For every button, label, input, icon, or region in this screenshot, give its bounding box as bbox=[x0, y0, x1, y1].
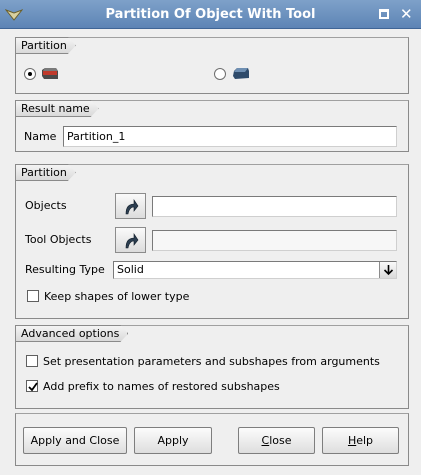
tool-objects-field[interactable] bbox=[152, 230, 397, 251]
resulting-type-select[interactable]: Solid bbox=[113, 261, 397, 279]
radio-partition-plane[interactable] bbox=[214, 68, 226, 80]
arrow-select-icon bbox=[125, 233, 139, 249]
help-button[interactable]: Help bbox=[322, 427, 399, 454]
resulting-type-label: Resulting Type bbox=[25, 263, 105, 276]
window-title: Partition Of Object With Tool bbox=[105, 7, 316, 22]
maximize-icon[interactable] bbox=[379, 9, 389, 19]
apply-button[interactable]: Apply bbox=[134, 427, 212, 454]
select-objects-button[interactable] bbox=[115, 193, 146, 219]
help-mnemonic: H bbox=[347, 434, 357, 447]
add-prefix-checkbox[interactable] bbox=[26, 380, 38, 392]
set-params-label: Set presentation parameters and subshape… bbox=[43, 355, 380, 368]
button-bar: Apply and Close Apply Close Help bbox=[15, 413, 409, 466]
add-prefix-label: Add prefix to names of restored subshape… bbox=[43, 380, 280, 393]
title-bar[interactable]: Partition Of Object With Tool ✕ bbox=[0, 0, 421, 29]
objects-label: Objects bbox=[25, 199, 67, 212]
help-label-rest: elp bbox=[356, 434, 374, 447]
tool-objects-label: Tool Objects bbox=[25, 233, 92, 246]
select-tool-objects-button[interactable] bbox=[115, 227, 146, 253]
result-name-group: Result name Name Partition_1 bbox=[15, 100, 409, 152]
radio-partition-object[interactable] bbox=[24, 68, 36, 80]
close-icon[interactable]: ✕ bbox=[400, 5, 413, 23]
partition-object-icon bbox=[42, 68, 58, 79]
group-title: Partition bbox=[15, 37, 76, 54]
close-label-rest: lose bbox=[269, 434, 292, 447]
partition-type-group: Partition bbox=[15, 37, 409, 94]
name-field[interactable]: Partition_1 bbox=[63, 126, 397, 147]
partition-plane-icon bbox=[233, 68, 249, 79]
name-label: Name bbox=[24, 130, 57, 143]
dropdown-arrow-icon[interactable] bbox=[379, 262, 396, 278]
keep-shapes-checkbox[interactable] bbox=[27, 290, 39, 302]
resulting-type-value: Solid bbox=[117, 263, 144, 276]
partition-group: Partition Objects Tool Objects Resulting… bbox=[15, 164, 409, 319]
group-title: Partition bbox=[15, 164, 76, 181]
keep-shapes-label: Keep shapes of lower type bbox=[44, 290, 190, 303]
dialog-window: Partition Of Object With Tool ✕ Partitio… bbox=[0, 0, 421, 475]
group-title: Result name bbox=[15, 100, 99, 117]
close-button[interactable]: Close bbox=[238, 427, 315, 454]
objects-field[interactable] bbox=[152, 196, 397, 217]
set-params-checkbox[interactable] bbox=[26, 355, 38, 367]
group-title: Advanced options bbox=[15, 325, 128, 342]
arrow-select-icon bbox=[125, 199, 139, 215]
radio-dot bbox=[28, 72, 32, 76]
checkmark-icon bbox=[28, 382, 38, 392]
apply-and-close-button[interactable]: Apply and Close bbox=[23, 427, 127, 454]
advanced-options-group: Advanced options Set presentation parame… bbox=[15, 325, 409, 409]
